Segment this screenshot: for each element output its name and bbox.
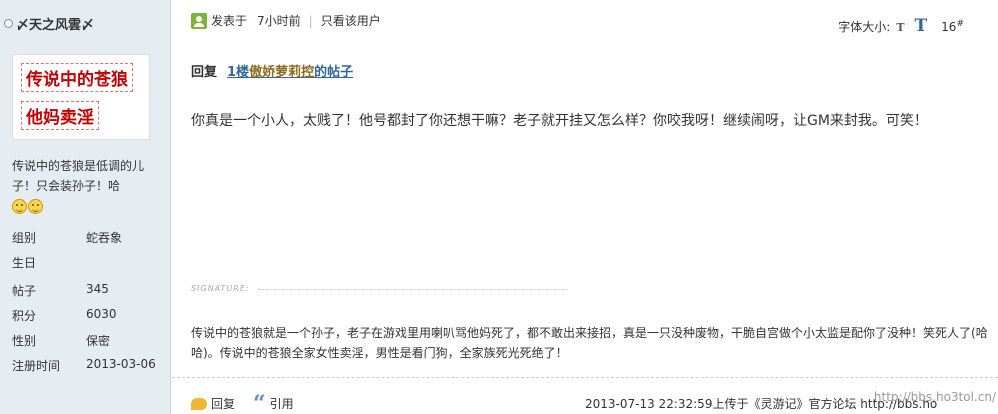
post-time: 7小时前 bbox=[257, 14, 301, 28]
author-username[interactable]: 〆天之风雲〆 bbox=[4, 14, 94, 33]
font-size-control: 字体大小: T T 16# bbox=[838, 16, 964, 36]
info-label: 性别 bbox=[12, 334, 37, 348]
user-icon bbox=[191, 12, 207, 29]
signature-text: 传说中的苍狼就是一个孙子，老子在游戏里用喇叭骂他妈死了，都不敢出来接招，真是一只… bbox=[191, 326, 988, 360]
info-label: 积分 bbox=[12, 309, 37, 323]
quote-button-label: 引用 bbox=[269, 397, 294, 411]
info-label: 帖子 bbox=[12, 284, 37, 298]
info-label: 注册时间 bbox=[12, 359, 61, 373]
floor-mark: # bbox=[956, 19, 964, 29]
only-this-user-link[interactable]: 只看该用户 bbox=[321, 12, 381, 29]
post-actions: 回复 “ 引用 bbox=[191, 390, 294, 414]
reply-button[interactable]: 回复 bbox=[191, 395, 235, 412]
avatar-text-line: 传说中的苍狼 bbox=[21, 63, 133, 92]
posted-at-label: 发表于 bbox=[211, 14, 248, 28]
quote-button[interactable]: “ 引用 bbox=[243, 390, 294, 414]
online-status-icon bbox=[4, 19, 13, 28]
post-header: 发表于 7小时前 | 只看该用户 bbox=[191, 12, 381, 29]
floor-number[interactable]: 16# bbox=[941, 19, 964, 34]
reply-floor: 1楼 bbox=[227, 65, 250, 80]
smiley-icon bbox=[12, 199, 27, 214]
divider: | bbox=[308, 13, 313, 28]
signature-divider bbox=[258, 289, 568, 290]
info-value: 2013-03-06 bbox=[86, 357, 156, 371]
reply-heading: 回复 1楼傲娇萝莉控的帖子 bbox=[191, 61, 353, 80]
font-larger-button[interactable]: T bbox=[915, 16, 928, 36]
font-size-label: 字体大小: bbox=[838, 20, 891, 34]
info-label: 组别 bbox=[12, 231, 37, 245]
reply-suffix: 的帖子 bbox=[314, 65, 354, 80]
signature-label: SIGNATURE: bbox=[191, 284, 250, 293]
smiley-icon bbox=[28, 199, 43, 214]
quote-icon: “ bbox=[253, 390, 266, 414]
info-value[interactable]: 蛇吞象 bbox=[86, 229, 122, 246]
info-value: 保密 bbox=[86, 334, 111, 348]
author-sidebar: 〆天之风雲〆 传说中的苍狼 他妈卖淫 传说中的苍狼是低调的儿子！只会装孙子！哈 … bbox=[0, 0, 171, 414]
post-content: 你真是一个小人，太贱了！他号都封了你还想干嘛？老子就开挂又怎么样？你咬我呀！继续… bbox=[191, 113, 928, 129]
watermark: http://bbs.ho3tol.cn/ bbox=[873, 390, 996, 404]
author-name[interactable]: 〆天之风雲〆 bbox=[16, 14, 94, 33]
post-body: 发表于 7小时前 | 只看该用户 字体大小: T T 16# 回复 1楼傲娇萝莉… bbox=[172, 0, 998, 414]
info-value[interactable]: 345 bbox=[86, 282, 109, 296]
bio-emojis bbox=[12, 199, 43, 214]
floor-number-value: 16 bbox=[941, 20, 957, 34]
font-smaller-button[interactable]: T bbox=[896, 21, 904, 34]
speech-bubble-icon bbox=[191, 397, 207, 410]
author-bio: 传说中的苍狼是低调的儿子！只会装孙子！哈 bbox=[12, 159, 145, 193]
info-value: 6030 bbox=[86, 307, 117, 321]
avatar-text-line: 他妈卖淫 bbox=[21, 101, 99, 130]
reply-nick: 傲娇萝莉控 bbox=[249, 65, 315, 80]
avatar[interactable]: 传说中的苍狼 他妈卖淫 bbox=[12, 54, 150, 140]
reply-label: 回复 bbox=[191, 65, 218, 80]
reply-button-label: 回复 bbox=[211, 397, 236, 411]
info-label: 生日 bbox=[12, 256, 37, 270]
reply-target-link[interactable]: 1楼傲娇萝莉控的帖子 bbox=[227, 61, 353, 80]
